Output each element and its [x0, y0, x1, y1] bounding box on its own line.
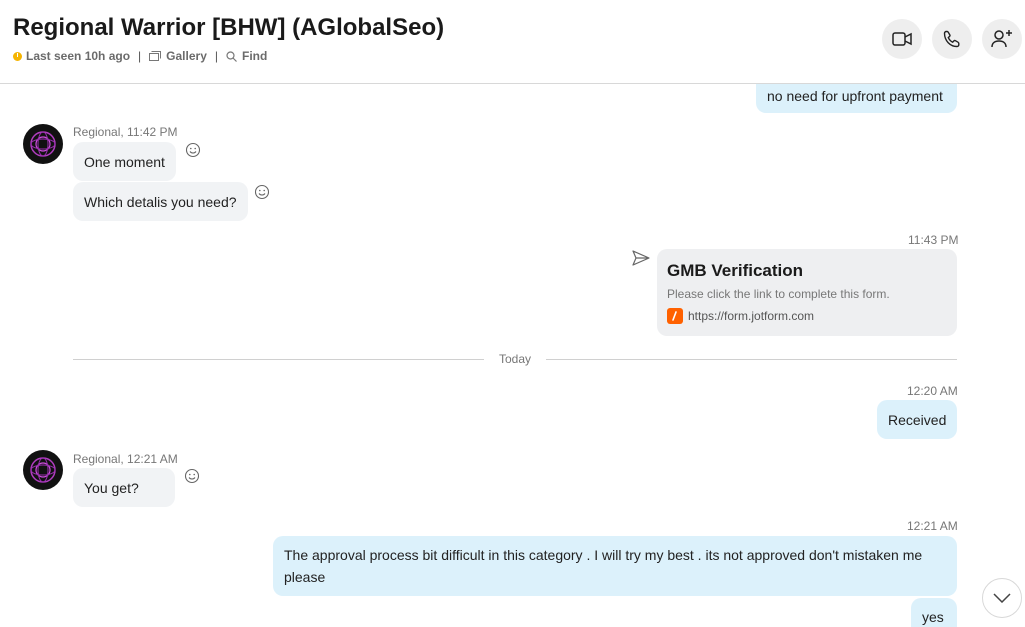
outgoing-message[interactable]: The approval process bit difficult in th… — [273, 536, 957, 596]
away-status-icon — [13, 51, 22, 61]
smiley-icon[interactable] — [254, 184, 270, 200]
video-call-button[interactable] — [882, 19, 922, 59]
card-description: Please click the link to complete this f… — [667, 287, 890, 301]
incoming-message[interactable]: You get? — [73, 468, 175, 507]
outgoing-message[interactable]: no need for upfront payment — [756, 84, 957, 113]
avatar-logo-icon — [30, 131, 56, 157]
find-link[interactable]: Find — [226, 49, 267, 63]
message-list[interactable]: no need for upfront payment Regional, 11… — [0, 84, 1025, 627]
gallery-link[interactable]: Gallery — [149, 49, 207, 63]
phone-icon — [943, 30, 960, 48]
separator: | — [138, 49, 142, 63]
avatar[interactable] — [23, 124, 63, 164]
incoming-message[interactable]: Which detalis you need? — [73, 182, 248, 221]
smiley-icon[interactable] — [185, 142, 201, 158]
message-timestamp: 12:21 AM — [907, 519, 958, 533]
message-text: no need for upfront payment — [767, 87, 943, 104]
message-text: One moment — [84, 153, 165, 170]
message-timestamp: 11:43 PM — [908, 233, 959, 247]
chat-header: Regional Warrior [BHW] (AGlobalSeo) Last… — [0, 0, 1025, 84]
last-seen-text: Last seen 10h ago — [26, 49, 131, 63]
date-divider: Today — [498, 352, 532, 366]
chat-title[interactable]: Regional Warrior [BHW] (AGlobalSeo) — [13, 14, 444, 42]
add-person-icon — [991, 30, 1012, 48]
card-link-url: https://form.jotform.com — [688, 309, 815, 323]
search-icon — [226, 50, 237, 62]
chat-subline: Last seen 10h ago | Gallery | Find — [13, 49, 267, 63]
add-people-button[interactable] — [982, 19, 1022, 59]
message-text: The approval process bit difficult in th… — [284, 547, 923, 585]
gallery-label: Gallery — [166, 49, 207, 63]
video-call-icon — [892, 32, 912, 46]
send-icon — [632, 250, 650, 266]
form-link-card[interactable]: GMB Verification Please click the link t… — [657, 249, 957, 336]
card-title: GMB Verification — [667, 261, 804, 280]
avatar-logo-icon — [30, 457, 56, 483]
gallery-icon — [149, 51, 162, 61]
separator: | — [214, 49, 218, 63]
message-text: yes — [922, 609, 944, 625]
jotform-logo-icon — [667, 308, 683, 324]
sender-timestamp: Regional, 12:21 AM — [73, 452, 178, 466]
scroll-to-bottom-button[interactable] — [982, 578, 1022, 618]
card-link[interactable]: https://form.jotform.com — [667, 308, 814, 324]
message-timestamp: 12:20 AM — [907, 384, 958, 398]
chevron-down-icon — [993, 593, 1011, 603]
message-text: Which detalis you need? — [84, 193, 237, 210]
outgoing-message[interactable]: yes — [911, 598, 957, 627]
message-text: You get? — [84, 479, 139, 496]
smiley-icon[interactable] — [184, 468, 200, 484]
divider-line — [73, 359, 484, 360]
incoming-message[interactable]: One moment — [73, 142, 176, 181]
sender-timestamp: Regional, 11:42 PM — [73, 125, 178, 139]
audio-call-button[interactable] — [932, 19, 972, 59]
divider-line — [546, 359, 957, 360]
find-label: Find — [242, 49, 268, 63]
avatar[interactable] — [23, 450, 63, 490]
message-text: Received — [888, 411, 947, 428]
outgoing-message[interactable]: Received — [877, 400, 957, 439]
